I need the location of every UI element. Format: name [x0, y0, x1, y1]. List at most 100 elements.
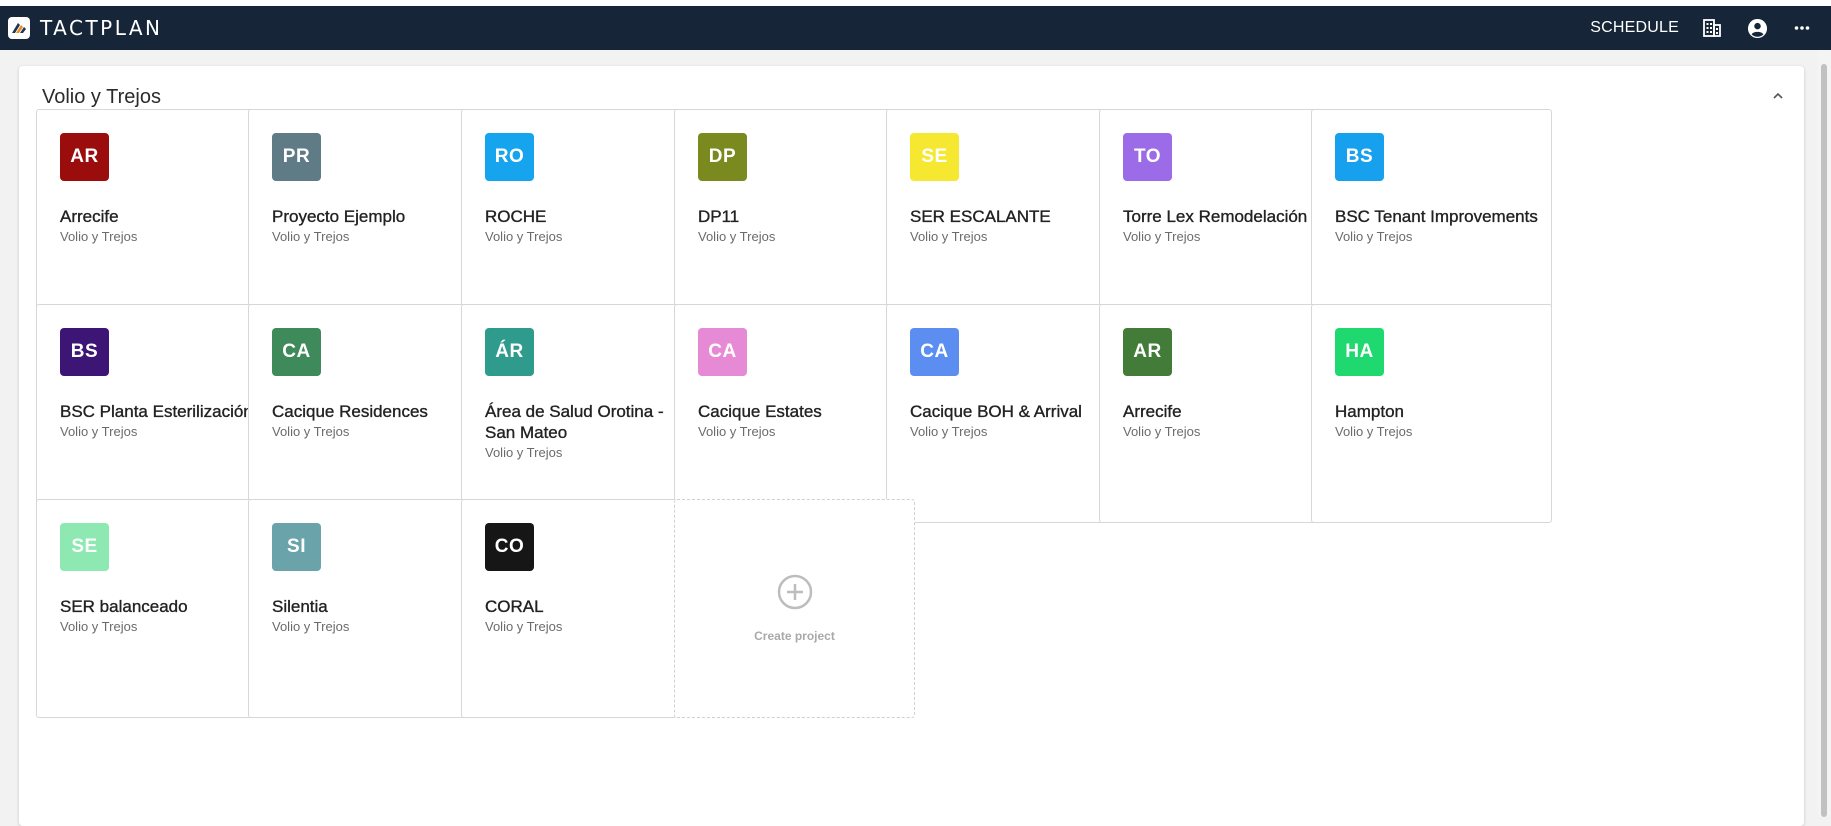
- project-name: Torre Lex Remodelación Volio y Trejos: [1123, 206, 1328, 245]
- project-card[interactable]: TO Torre Lex Remodelación Volio y Trejos: [1099, 109, 1340, 328]
- project-initials-badge: BS: [1335, 133, 1384, 181]
- project-name-text: CORAL: [485, 597, 544, 616]
- project-name-text: Área de Salud Orotina - San Mateo: [485, 402, 664, 442]
- project-name: Cacique Residences Volio y Trejos: [272, 401, 477, 440]
- project-organization: Volio y Trejos: [60, 619, 138, 634]
- project-organization: Volio y Trejos: [60, 424, 138, 439]
- project-name: BSC Planta Esterilización Volio y Trejos: [60, 401, 265, 440]
- plus-circle-icon: [777, 574, 813, 615]
- project-organization: Volio y Trejos: [1123, 424, 1201, 439]
- project-organization: Volio y Trejos: [60, 229, 138, 244]
- project-organization: Volio y Trejos: [1335, 229, 1413, 244]
- project-name-text: SER balanceado: [60, 597, 188, 616]
- project-card[interactable]: BS BSC Tenant Improvements Volio y Trejos: [1311, 109, 1552, 328]
- project-initials-badge: ÁR: [485, 328, 534, 376]
- project-initials-badge: SE: [910, 133, 959, 181]
- project-organization: Volio y Trejos: [910, 229, 988, 244]
- vertical-scrollbar[interactable]: [1817, 50, 1831, 817]
- project-name-text: Cacique Residences: [272, 402, 428, 421]
- project-initials-badge: AR: [60, 133, 109, 181]
- more-horizontal-icon[interactable]: [1791, 17, 1813, 39]
- project-organization: Volio y Trejos: [698, 229, 776, 244]
- project-card[interactable]: AR Arrecife Volio y Trejos: [1099, 304, 1340, 523]
- project-initials-badge: BS: [60, 328, 109, 376]
- project-organization: Volio y Trejos: [1335, 424, 1413, 439]
- project-card[interactable]: DP DP11 Volio y Trejos: [674, 109, 915, 328]
- project-organization: Volio y Trejos: [1123, 229, 1201, 244]
- project-organization: Volio y Trejos: [485, 229, 563, 244]
- project-name-text: Cacique BOH & Arrival: [910, 402, 1082, 421]
- project-name: Proyecto Ejemplo Volio y Trejos: [272, 206, 477, 245]
- project-name-text: SER ESCALANTE: [910, 207, 1051, 226]
- project-card[interactable]: CA Cacique Residences Volio y Trejos: [248, 304, 489, 523]
- project-name-text: Proyecto Ejemplo: [272, 207, 406, 226]
- project-initials-badge: CO: [485, 523, 534, 571]
- project-name: Cacique BOH & Arrival Volio y Trejos: [910, 401, 1115, 440]
- project-name-text: ROCHE: [485, 207, 547, 226]
- tactplan-logo-icon: [8, 17, 30, 39]
- scrollbar-thumb[interactable]: [1821, 64, 1827, 817]
- project-name: Área de Salud Orotina - San Mateo Volio y…: [485, 401, 690, 461]
- account-circle-icon[interactable]: [1746, 17, 1768, 39]
- schedule-link[interactable]: SCHEDULE: [1590, 19, 1679, 37]
- project-initials-badge: HA: [1335, 328, 1384, 376]
- project-name: DP11 Volio y Trejos: [698, 206, 903, 245]
- project-name: CORAL Volio y Trejos: [485, 596, 690, 635]
- building-icon[interactable]: [1701, 17, 1723, 39]
- project-card[interactable]: ÁR Área de Salud Orotina - San Mateo Volio…: [461, 304, 702, 523]
- section-title: Volio y Trejos: [42, 86, 161, 108]
- project-initials-badge: RO: [485, 133, 534, 181]
- project-card[interactable]: SE SER ESCALANTE Volio y Trejos: [886, 109, 1127, 328]
- project-name-text: DP11: [698, 207, 740, 226]
- project-name-text: BSC Planta Esterilización: [60, 402, 253, 421]
- project-name: ROCHE Volio y Trejos: [485, 206, 690, 245]
- brand[interactable]: TACTPLAN: [8, 16, 162, 40]
- create-project-card[interactable]: Create project: [674, 499, 915, 718]
- project-name: SER balanceado Volio y Trejos: [60, 596, 265, 635]
- project-card[interactable]: HA Hampton Volio y Trejos: [1311, 304, 1552, 523]
- project-organization: Volio y Trejos: [272, 424, 350, 439]
- project-card[interactable]: SE SER balanceado Volio y Trejos: [36, 499, 277, 718]
- project-card[interactable]: CA Cacique BOH & Arrival Volio y Trejos: [886, 304, 1127, 523]
- project-card[interactable]: RO ROCHE Volio y Trejos: [461, 109, 702, 328]
- project-initials-badge: CA: [698, 328, 747, 376]
- project-name-text: Silentia: [272, 597, 328, 616]
- organization-panel: Volio y Trejos AR Arrecife Volio y Trejos P…: [19, 66, 1804, 826]
- project-initials-badge: TO: [1123, 133, 1172, 181]
- project-card[interactable]: CA Cacique Estates Volio y Trejos: [674, 304, 915, 523]
- project-initials-badge: DP: [698, 133, 747, 181]
- create-project-label: Create project: [754, 629, 835, 643]
- project-initials-badge: SE: [60, 523, 109, 571]
- project-card[interactable]: AR Arrecife Volio y Trejos: [36, 109, 277, 328]
- project-card[interactable]: PR Proyecto Ejemplo Volio y Trejos: [248, 109, 489, 328]
- project-name-text: Arrecife: [60, 207, 119, 226]
- chevron-up-icon[interactable]: [1770, 88, 1786, 104]
- project-name: Arrecife Volio y Trejos: [60, 206, 265, 245]
- project-name: Hampton Volio y Trejos: [1335, 401, 1540, 440]
- project-name-text: Hampton: [1335, 402, 1404, 421]
- project-name: BSC Tenant Improvements Volio y Trejos: [1335, 206, 1540, 245]
- project-organization: Volio y Trejos: [485, 619, 563, 634]
- project-organization: Volio y Trejos: [910, 424, 988, 439]
- project-name-text: Torre Lex Remodelación: [1123, 207, 1308, 226]
- project-initials-badge: PR: [272, 133, 321, 181]
- project-name: Cacique Estates Volio y Trejos: [698, 401, 903, 440]
- project-card[interactable]: BS BSC Planta Esterilización Volio y Trejo…: [36, 304, 277, 523]
- project-card[interactable]: CO CORAL Volio y Trejos: [461, 499, 702, 718]
- project-name: Silentia Volio y Trejos: [272, 596, 477, 635]
- project-organization: Volio y Trejos: [272, 229, 350, 244]
- project-initials-badge: SI: [272, 523, 321, 571]
- project-organization: Volio y Trejos: [698, 424, 776, 439]
- project-name: SER ESCALANTE Volio y Trejos: [910, 206, 1115, 245]
- project-name: Arrecife Volio y Trejos: [1123, 401, 1328, 440]
- top-app-bar: TACTPLAN SCHEDULE: [0, 0, 1831, 50]
- project-name-text: Cacique Estates: [698, 402, 822, 421]
- project-name-text: BSC Tenant Improvements: [1335, 207, 1538, 226]
- project-name-text: Arrecife: [1123, 402, 1182, 421]
- project-organization: Volio y Trejos: [272, 619, 350, 634]
- project-initials-badge: AR: [1123, 328, 1172, 376]
- project-card[interactable]: SI Silentia Volio y Trejos: [248, 499, 489, 718]
- project-initials-badge: CA: [272, 328, 321, 376]
- project-initials-badge: CA: [910, 328, 959, 376]
- brand-name: TACTPLAN: [40, 16, 163, 40]
